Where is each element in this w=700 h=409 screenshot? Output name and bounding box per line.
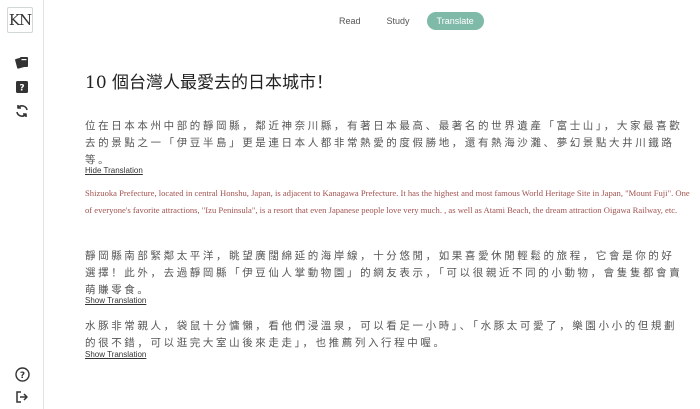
mode-tabs: Read Study Translate bbox=[330, 12, 484, 30]
quiz-icon[interactable]: ? bbox=[14, 79, 30, 95]
flashcards-icon[interactable] bbox=[14, 54, 30, 70]
paragraph-2[interactable]: 靜岡縣南部緊鄰太平洋，眺望廣闊綿延的海岸線，十分悠閒，如果喜愛休閒輕鬆的旅程，它… bbox=[85, 248, 685, 299]
sidebar: KN ? ? bbox=[0, 0, 44, 409]
show-translation-link[interactable]: Show Translation bbox=[85, 296, 146, 305]
svg-text:?: ? bbox=[19, 84, 24, 94]
show-translation-link[interactable]: Show Translation bbox=[85, 350, 146, 359]
app-logo[interactable]: KN bbox=[7, 7, 33, 33]
hide-translation-link[interactable]: Hide Translation bbox=[85, 166, 143, 175]
help-icon[interactable]: ? bbox=[14, 366, 30, 382]
svg-text:?: ? bbox=[19, 371, 24, 381]
article-title: 10 個台灣人最愛去的日本城市！ bbox=[85, 73, 334, 93]
paragraph-3[interactable]: 水豚非常親人，袋鼠十分慵懶，看他們浸溫泉，可以看足一小時」、「水豚太可愛了，樂園… bbox=[85, 318, 685, 352]
refresh-icon[interactable] bbox=[14, 103, 30, 119]
tab-study[interactable]: Study bbox=[378, 12, 419, 30]
logout-icon[interactable] bbox=[14, 389, 30, 405]
tab-translate[interactable]: Translate bbox=[426, 12, 484, 30]
paragraph-1[interactable]: 位在日本本州中部的靜岡縣，鄰近神奈川縣，有著日本最高、最著名的世界遺產「富士山」… bbox=[85, 118, 685, 169]
translation-1: Shizuoka Prefecture, located in central … bbox=[85, 188, 690, 215]
tab-read[interactable]: Read bbox=[330, 12, 370, 30]
